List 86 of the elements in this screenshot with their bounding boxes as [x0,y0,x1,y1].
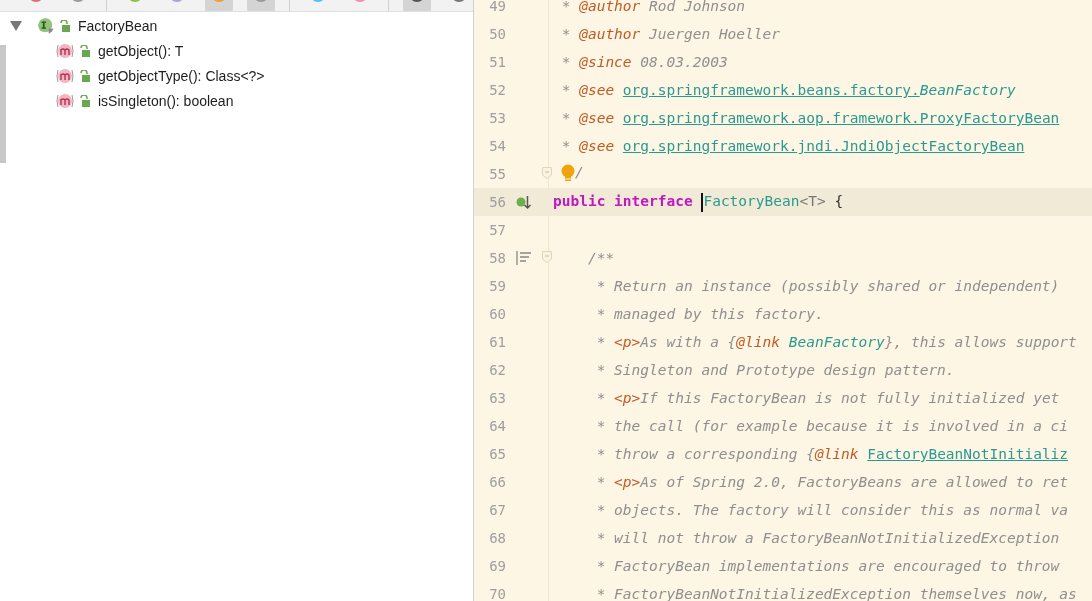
comment-text: }, this allows support [884,334,1077,350]
comment-text: * Return an instance (possibly shared or independent) [595,278,1060,294]
line-number: 63 [488,390,506,406]
method-icon [56,67,74,84]
class-reference: BeanFactory [788,334,885,350]
line-number: 60 [488,306,506,322]
method-icon [56,92,74,109]
type-parameter: <T> [799,192,826,211]
class-reference: BeanFactory [919,82,1016,98]
comment-text: As of Spring 2.0, FactoryBeans are allowed to ret [640,474,1069,490]
javadoc-tag: @link [736,334,789,350]
comment-text: * [595,390,607,406]
comment-text: * [560,110,572,126]
comment-text: / [575,164,584,182]
comment-text: As with a { [640,334,737,350]
scrollbar[interactable] [0,45,6,163]
method-icon [56,42,74,59]
keyword: public [553,192,607,211]
line-number: 69 [488,558,506,574]
tree-item[interactable]: getObject(): T [98,42,184,59]
line-number: 53 [488,110,506,126]
comment-text: /** [586,250,615,266]
line-number: 70 [488,586,506,601]
javadoc-tag: @see [579,82,623,98]
interface-icon [38,17,54,34]
html-tag: <p> [614,474,641,490]
text-caret [701,192,704,212]
comment-text: * [595,334,607,350]
line-number: 59 [488,278,506,294]
lock-icon [60,19,70,32]
tree-item[interactable]: getObjectType(): Class<?> [98,67,265,84]
html-tag: <p> [614,334,641,350]
javadoc-tag: @since [579,54,632,70]
comment-text: * [560,26,572,42]
lock-icon [80,69,90,82]
line-number: 56 [488,194,506,210]
line-number: 54 [488,138,506,154]
comment-text: * managed by this factory. [595,306,824,322]
doc-render-icon[interactable] [516,251,532,265]
fold-icon[interactable] [542,251,552,263]
comment-text: * objects. The factory will consider this as normal va [595,502,1069,518]
comment-text: * [560,0,572,14]
line-number: 52 [488,82,506,98]
line-number: 65 [488,446,506,462]
comment-text: If this FactoryBean is not fully initialized yet [640,390,1060,406]
line-number: 51 [488,54,506,70]
fold-icon[interactable] [542,167,552,179]
line-number: 67 [488,502,506,518]
type-name: FactoryBean [703,192,800,211]
line-number: 55 [488,166,506,182]
comment-text: Rod Johnson [648,0,746,14]
tree-item[interactable]: isSingleton(): boolean [98,92,234,109]
line-number: 57 [488,222,506,238]
javadoc-tag: @author [579,0,641,14]
javadoc-tag: @see [579,110,623,126]
comment-text: * [560,138,572,154]
line-number: 58 [488,250,506,266]
comment-text: * throw a corresponding { [595,446,815,462]
lock-icon [80,44,90,57]
line-number: 66 [488,474,506,490]
javadoc-tag: @author [579,26,641,42]
keyword: interface [614,192,694,211]
javadoc-tag: @see [579,138,623,154]
implemented-icon[interactable] [516,194,532,210]
line-number: 64 [488,418,506,434]
code-text: { [833,192,844,211]
comment-text: * [560,54,572,70]
comment-text: * the call (for example because it is involved in a ci [595,418,1069,434]
lock-icon [80,94,90,107]
line-number: 68 [488,530,506,546]
comment-text: * will not throw a FactoryBeanNotInitializedException [595,530,1060,546]
comment-text: * Singleton and Prototype design pattern. [595,362,955,378]
lightbulb-icon[interactable] [561,164,575,184]
line-number: 50 [488,26,506,42]
comment-text: * [595,474,607,490]
line-number: 49 [488,0,506,14]
line-number: 62 [488,362,506,378]
line-number: 61 [488,334,506,350]
javadoc-tag: @link [814,446,868,462]
comment-text: * [560,82,572,98]
comment-text: 08.03.2003 [639,54,728,70]
comment-text: Juergen Hoeller [648,26,780,42]
expand-arrow-icon[interactable] [10,20,22,31]
comment-text: * FactoryBean implementations are encouraged to throw [595,558,1060,574]
html-tag: <p> [614,390,641,406]
tree-item[interactable]: FactoryBean [78,17,158,34]
